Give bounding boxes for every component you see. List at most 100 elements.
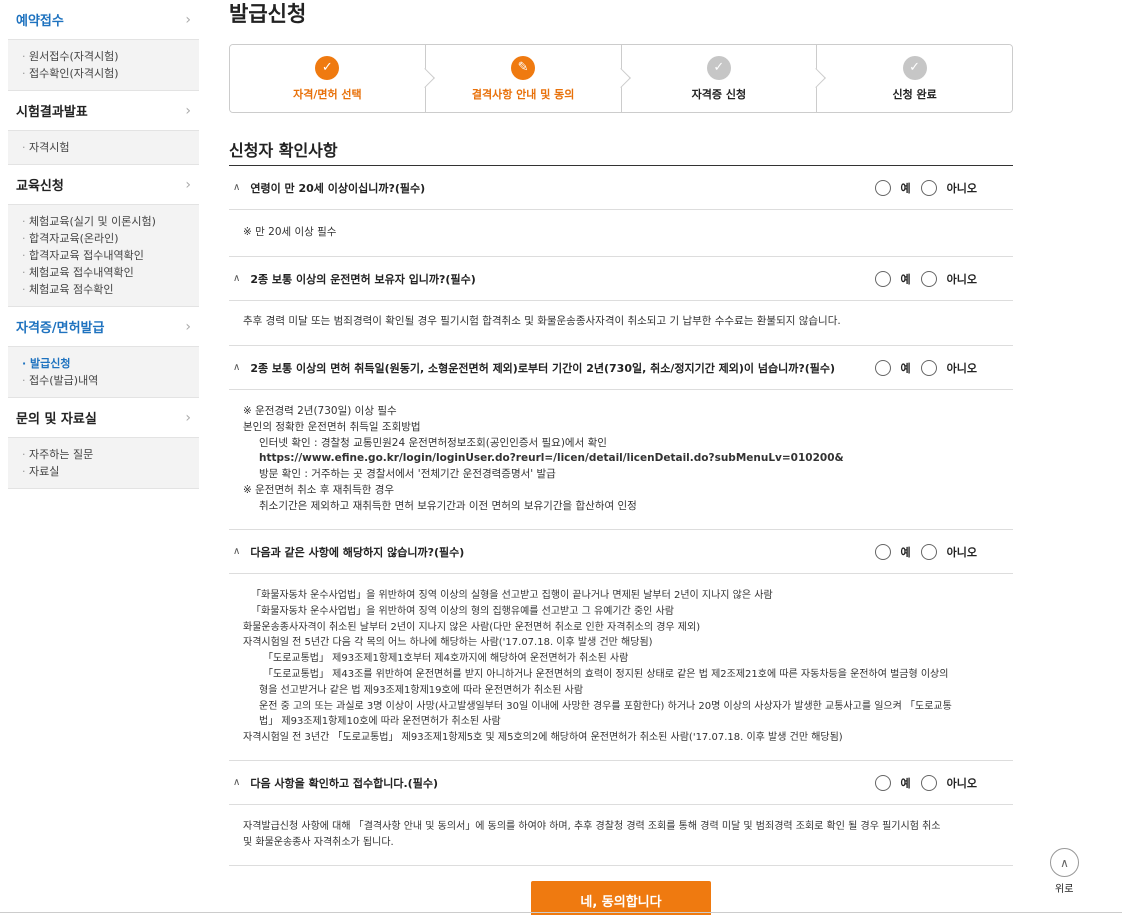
question-text: 연령이 만 20세 이상이십니까?(필수) bbox=[250, 181, 426, 195]
check-icon: ✓ bbox=[902, 55, 927, 80]
note-line: 취소기간은 제외하고 재취득한 면허 보유기간과 이전 면허의 보유기간을 합산… bbox=[259, 499, 637, 512]
sidebar-item[interactable]: 합격자교육(온라인) bbox=[22, 230, 199, 247]
note-line: 인터넷 확인 : 경찰청 교통민원24 운전면허정보조회(공인인증서 필요)에서… bbox=[259, 436, 607, 449]
question-row: ∧ 2종 보통 이상의 운전면허 보유자 입니까?(필수) 예 아니오 bbox=[229, 257, 1013, 301]
radio-yes-label: 예 bbox=[900, 272, 911, 286]
chevron-up-icon[interactable]: ∧ bbox=[233, 182, 240, 193]
note-line: 본인의 정확한 운전면허 취득일 조회방법 bbox=[243, 420, 421, 433]
sidebar-item[interactable]: 원서접수(자격시험) bbox=[22, 48, 199, 65]
step-label: 자격/면허 선택 bbox=[293, 87, 362, 101]
sidebar-list: 자주하는 질문 자료실 bbox=[8, 438, 199, 489]
radio-no[interactable] bbox=[920, 543, 937, 560]
sidebar-section-education[interactable]: 교육신청 › bbox=[8, 165, 199, 205]
sidebar-section-title: 시험결과발표 bbox=[16, 105, 88, 120]
sidebar-section-title: 교육신청 bbox=[16, 179, 64, 194]
note-line: 화물운송종사자격이 취소된 날부터 2년이 지나지 않은 사람(다만 운전면허 … bbox=[243, 621, 701, 633]
note-line: 및 화물운송종사 자격취소가 됩니다. bbox=[243, 836, 394, 848]
radio-yes-label: 예 bbox=[900, 361, 911, 375]
question-row: ∧ 연령이 만 20세 이상이십니까?(필수) 예 아니오 bbox=[229, 166, 1013, 210]
agree-button[interactable]: 네, 동의합니다 bbox=[531, 881, 711, 915]
note-line: 추후 경력 미달 또는 범죄경력이 확인될 경우 필기시험 합격취소 및 화물운… bbox=[243, 315, 841, 327]
question-row: ∧ 2종 보통 이상의 면허 취득일(원동기, 소형운전면허 제외)로부터 기간이… bbox=[229, 346, 1013, 390]
radio-no[interactable] bbox=[920, 270, 937, 287]
sidebar-list: 체험교육(실기 및 이론시험) 합격자교육(온라인) 합격자교육 접수내역확인 … bbox=[8, 205, 199, 307]
chevron-right-icon: › bbox=[185, 11, 191, 28]
sidebar-list: 원서접수(자격시험) 접수확인(자격시험) bbox=[8, 40, 199, 91]
radio-no-label: 아니오 bbox=[946, 361, 977, 375]
note-line: 「화물자동차 운수사업법」을 위반하여 징역 이상의 실형을 선고받고 집행이 … bbox=[251, 590, 773, 601]
radio-no[interactable] bbox=[920, 179, 937, 196]
sidebar-section-license[interactable]: 자격증/면허발급 › bbox=[8, 307, 199, 347]
radio-yes-label: 예 bbox=[900, 776, 911, 790]
sidebar-item[interactable]: 자격시험 bbox=[22, 139, 199, 156]
step-1: ✓ 자격/면허 선택 bbox=[230, 45, 435, 112]
question-row: ∧ 다음 사항을 확인하고 접수합니다.(필수) 예 아니오 bbox=[229, 761, 1013, 805]
note-line: 법」 제93조제1항제10호에 따라 운전면허가 취소된 사람 bbox=[259, 716, 501, 728]
radio-no-label: 아니오 bbox=[946, 776, 977, 790]
note-line: 자격시험일 전 3년간 「도로교통법」 제93조제1항제5호 및 제5호의2에 … bbox=[243, 732, 843, 744]
radio-yes[interactable] bbox=[874, 179, 891, 196]
question-text: 2종 보통 이상의 운전면허 보유자 입니까?(필수) bbox=[250, 272, 476, 286]
page-title: 발급신청 bbox=[229, 2, 307, 26]
radio-yes[interactable] bbox=[874, 270, 891, 287]
radio-no-label: 아니오 bbox=[946, 181, 977, 195]
chevron-right-icon: › bbox=[185, 318, 191, 335]
radio-no[interactable] bbox=[920, 774, 937, 791]
section-title: 신청자 확인사항 bbox=[229, 141, 338, 160]
sidebar-section-title: 예약접수 bbox=[16, 14, 64, 29]
sidebar-list: 발급신청 접수(발급)내역 bbox=[8, 347, 199, 398]
question-text: 2종 보통 이상의 면허 취득일(원동기, 소형운전면허 제외)로부터 기간이 … bbox=[250, 361, 836, 375]
note-line: ※ 만 20세 이상 필수 bbox=[243, 226, 337, 238]
radio-yes-label: 예 bbox=[900, 545, 911, 559]
sidebar-item[interactable]: 접수(발급)내역 bbox=[22, 372, 199, 389]
note-line: 자격발급신청 사항에 대해 「결격사항 안내 및 동의서」에 동의를 하여야 하… bbox=[243, 821, 941, 832]
sidebar-item[interactable]: 접수확인(자격시험) bbox=[22, 65, 199, 82]
step-4: ✓ 신청 완료 bbox=[816, 45, 1012, 112]
check-icon: ✓ bbox=[706, 55, 731, 80]
note-line: 「도로교통법」 제93조제1항제1호부터 제4호까지에 해당하여 운전면허가 취… bbox=[263, 653, 629, 665]
question-note: 자격발급신청 사항에 대해 「결격사항 안내 및 동의서」에 동의를 하여야 하… bbox=[229, 805, 1013, 866]
chevron-up-icon[interactable]: ∧ bbox=[233, 546, 240, 557]
scroll-top-label[interactable]: 위로 bbox=[1055, 880, 1073, 895]
pencil-icon: ✎ bbox=[511, 55, 536, 80]
sidebar-item[interactable]: 체험교육(실기 및 이론시험) bbox=[22, 213, 199, 230]
radio-no-label: 아니오 bbox=[946, 545, 977, 559]
step-label: 자격증 신청 bbox=[691, 87, 747, 101]
sidebar-section-reservation[interactable]: 예약접수 › bbox=[8, 0, 199, 40]
sidebar-section-results[interactable]: 시험결과발표 › bbox=[8, 91, 199, 131]
chevron-up-icon[interactable]: ∧ bbox=[233, 273, 240, 284]
step-2: ✎ 결격사항 안내 및 동의 bbox=[424, 45, 631, 112]
sidebar-list: 자격시험 bbox=[8, 131, 199, 165]
sidebar-item[interactable]: 자주하는 질문 bbox=[22, 446, 199, 463]
step-3: ✓ 자격증 신청 bbox=[620, 45, 827, 112]
sidebar-section-inquiry[interactable]: 문의 및 자료실 › bbox=[8, 398, 199, 438]
note-line: 「화물자동차 운수사업법」을 위반하여 징역 이상의 형의 집행유예를 선고받고… bbox=[251, 605, 674, 617]
note-line: ※ 운전면허 취소 후 재취득한 경우 bbox=[243, 483, 395, 496]
radio-no[interactable] bbox=[920, 359, 937, 376]
sidebar-item[interactable]: 합격자교육 접수내역확인 bbox=[22, 247, 199, 264]
footer-divider bbox=[0, 912, 1122, 913]
sidebar-item[interactable]: 체험교육 접수내역확인 bbox=[22, 264, 199, 281]
sidebar-item-selected[interactable]: 발급신청 bbox=[22, 355, 199, 372]
radio-yes[interactable] bbox=[874, 359, 891, 376]
radio-yes[interactable] bbox=[874, 543, 891, 560]
chevron-up-icon[interactable]: ∧ bbox=[1050, 848, 1079, 877]
step-label: 결격사항 안내 및 동의 bbox=[471, 87, 575, 101]
sidebar-item[interactable]: 자료실 bbox=[22, 463, 199, 480]
note-line: 자격시험일 전 5년간 다음 각 목의 어느 하나에 해당하는 사람('17.0… bbox=[243, 637, 653, 649]
note-link[interactable]: https://www.efine.go.kr/login/loginUser.… bbox=[243, 451, 999, 467]
question-text: 다음 사항을 확인하고 접수합니다.(필수) bbox=[250, 776, 438, 790]
sidebar: 예약접수 › 원서접수(자격시험) 접수확인(자격시험) 시험결과발표 › 자격시험… bbox=[8, 0, 199, 489]
note-line: 방문 확인 : 거주하는 곳 경찰서에서 '전체기간 운전경력증명서' 발급 bbox=[259, 468, 556, 481]
sidebar-section-title: 문의 및 자료실 bbox=[16, 412, 97, 427]
step-label: 신청 완료 bbox=[892, 87, 937, 101]
question-note: 「화물자동차 운수사업법」을 위반하여 징역 이상의 실형을 선고받고 집행이 … bbox=[229, 574, 1013, 761]
chevron-right-icon: › bbox=[185, 409, 191, 426]
radio-yes[interactable] bbox=[874, 774, 891, 791]
sidebar-item[interactable]: 체험교육 점수확인 bbox=[22, 281, 199, 298]
chevron-up-icon[interactable]: ∧ bbox=[233, 777, 240, 788]
question-row: ∧ 다음과 같은 사항에 해당하지 않습니까?(필수) 예 아니오 bbox=[229, 530, 1013, 574]
question-text: 다음과 같은 사항에 해당하지 않습니까?(필수) bbox=[250, 545, 465, 559]
chevron-up-icon[interactable]: ∧ bbox=[233, 362, 240, 373]
radio-no-label: 아니오 bbox=[946, 272, 977, 286]
